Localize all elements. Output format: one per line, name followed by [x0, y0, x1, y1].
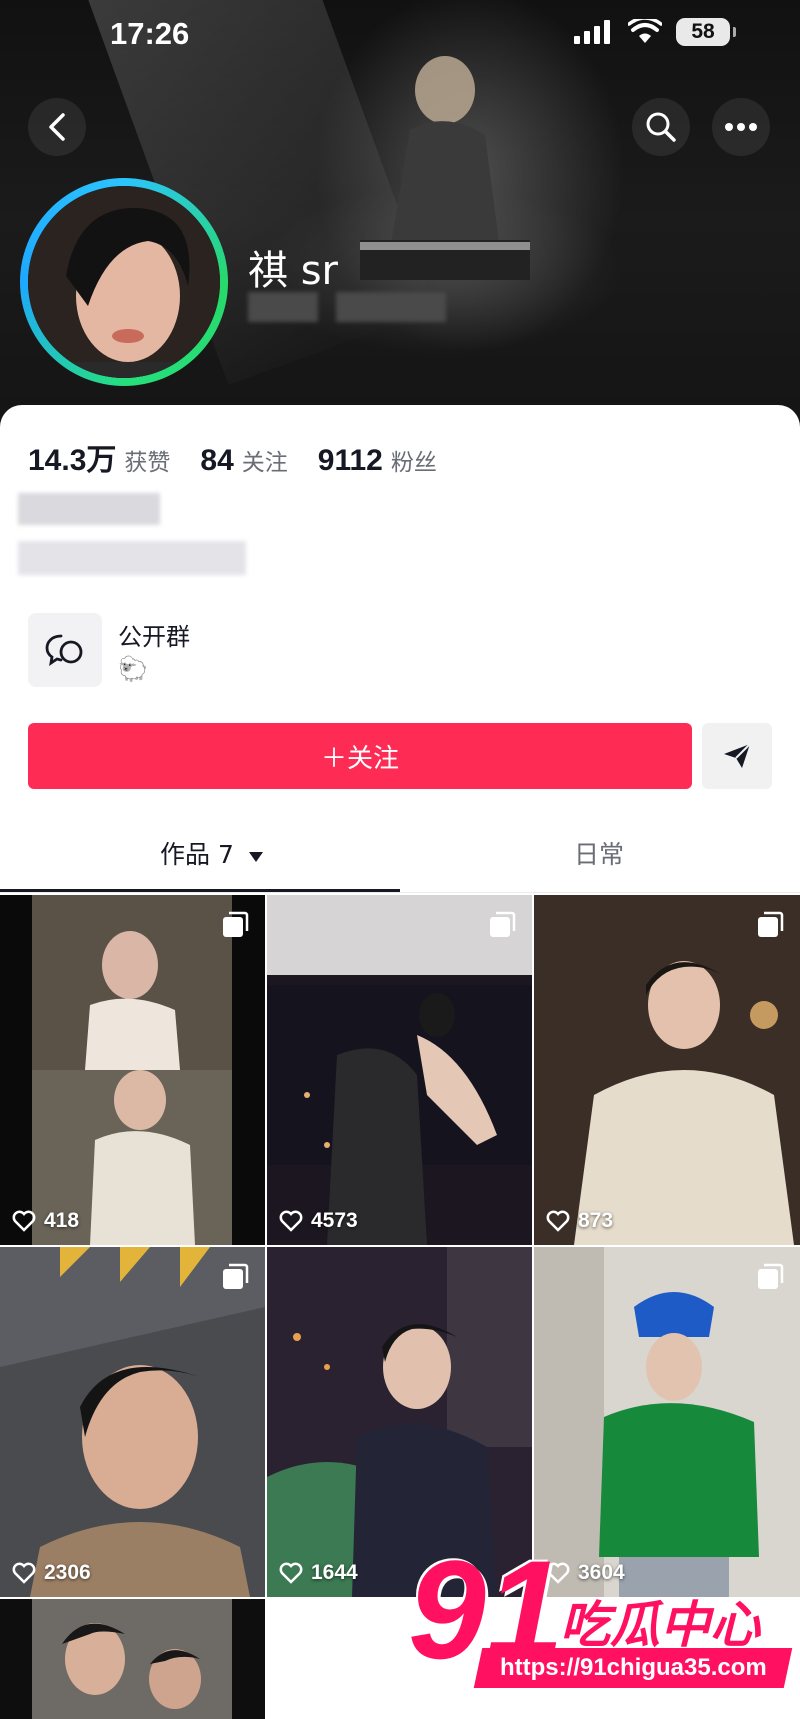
stat-value: 84	[200, 444, 234, 477]
stats-row: 14.3万 获赞 84 关注 9112 粉丝	[28, 435, 437, 479]
multi-image-icon	[758, 1263, 784, 1289]
heart-icon	[12, 1562, 36, 1584]
share-button[interactable]	[702, 723, 772, 789]
chat-bubbles-icon	[45, 634, 83, 666]
nickname: 祺 sr	[248, 248, 338, 294]
group-title[interactable]: 公开群	[118, 617, 190, 652]
stat-label: 粉丝	[390, 450, 437, 476]
video-thumbnail[interactable]: 2306	[0, 1247, 265, 1597]
battery-indicator: 58	[676, 18, 736, 46]
watermark-url-text: https://91chigua35.com	[499, 1654, 767, 1681]
avatar-image	[28, 186, 220, 378]
stat-label: 获赞	[124, 450, 171, 476]
video-thumbnail[interactable]: 873	[534, 895, 800, 1245]
like-count: 2306	[12, 1561, 91, 1585]
more-icon	[725, 123, 757, 131]
video-thumbnail[interactable]: 4573	[267, 895, 532, 1245]
redacted-id-part	[336, 292, 446, 322]
avatar[interactable]	[20, 178, 228, 386]
multi-image-icon	[490, 911, 516, 937]
stat-likes[interactable]: 14.3万 获赞	[28, 435, 170, 479]
thumbnail-image	[0, 1599, 265, 1719]
watermark-url: https://91chigua35.com	[473, 1648, 793, 1688]
stat-label: 关注	[241, 450, 288, 476]
heart-icon	[279, 1210, 303, 1232]
status-time: 17:26	[110, 16, 190, 51]
group-chat-button[interactable]	[28, 613, 102, 687]
more-button[interactable]	[712, 98, 770, 156]
thumbnail-image	[534, 1247, 800, 1597]
tab-works[interactable]: 作品 7	[160, 835, 264, 871]
chevron-left-icon	[49, 113, 65, 141]
thumbnail-image	[534, 895, 800, 1245]
signal-icon	[574, 20, 610, 44]
stat-followers[interactable]: 9112 粉丝	[318, 443, 437, 478]
like-count-value: 1644	[311, 1561, 358, 1584]
like-count: 1644	[279, 1561, 358, 1585]
like-count-value: 418	[44, 1209, 80, 1232]
avatar-portrait	[28, 186, 220, 378]
stat-value: 9112	[317, 444, 383, 477]
like-count: 4573	[279, 1209, 358, 1233]
thumbnail-image	[267, 895, 532, 1245]
tab-daily[interactable]: 日常	[574, 835, 624, 871]
redacted-id-part	[248, 292, 318, 322]
wifi-icon	[628, 19, 662, 43]
heart-icon	[12, 1210, 36, 1232]
like-count: 873	[546, 1209, 613, 1233]
follow-button[interactable]: ＋关注	[28, 723, 692, 789]
divider	[0, 892, 800, 893]
thumbnail-image	[0, 1247, 265, 1597]
multi-image-icon	[223, 911, 249, 937]
heart-icon	[546, 1210, 570, 1232]
multi-image-icon	[223, 1263, 249, 1289]
redacted-bio-line	[18, 493, 160, 525]
header-cover-image	[360, 56, 530, 280]
watermark-text: 吃瓜中心	[560, 1596, 760, 1654]
caret-down-icon	[248, 852, 263, 862]
like-count: 418	[12, 1209, 79, 1233]
tab-works-label: 作品 7	[160, 840, 234, 869]
multi-image-icon	[758, 911, 784, 937]
stat-following[interactable]: 84 关注	[200, 443, 287, 478]
redacted-bio-line	[18, 541, 246, 575]
video-thumbnail[interactable]: 3604	[534, 1247, 800, 1597]
video-thumbnail[interactable]	[0, 1599, 265, 1719]
like-count-value: 4573	[311, 1209, 358, 1232]
send-icon	[724, 743, 751, 768]
search-icon	[646, 112, 676, 142]
stat-value: 14.3万	[28, 444, 117, 477]
back-button[interactable]	[28, 98, 86, 156]
video-thumbnail[interactable]: 418	[0, 895, 265, 1245]
status-icons: 58	[574, 18, 736, 46]
profile-card: 14.3万获赞 84 关注 9112 粉丝 公开群 🐑 ＋关注 作品 7 日常	[0, 405, 800, 1719]
group-emoji: 🐑	[118, 655, 148, 683]
search-button[interactable]	[632, 98, 690, 156]
like-count-value: 3604	[578, 1561, 625, 1584]
heart-icon	[279, 1562, 303, 1584]
like-count-value: 2306	[44, 1561, 91, 1584]
like-count-value: 873	[578, 1209, 614, 1232]
thumbnail-image	[0, 895, 265, 1245]
